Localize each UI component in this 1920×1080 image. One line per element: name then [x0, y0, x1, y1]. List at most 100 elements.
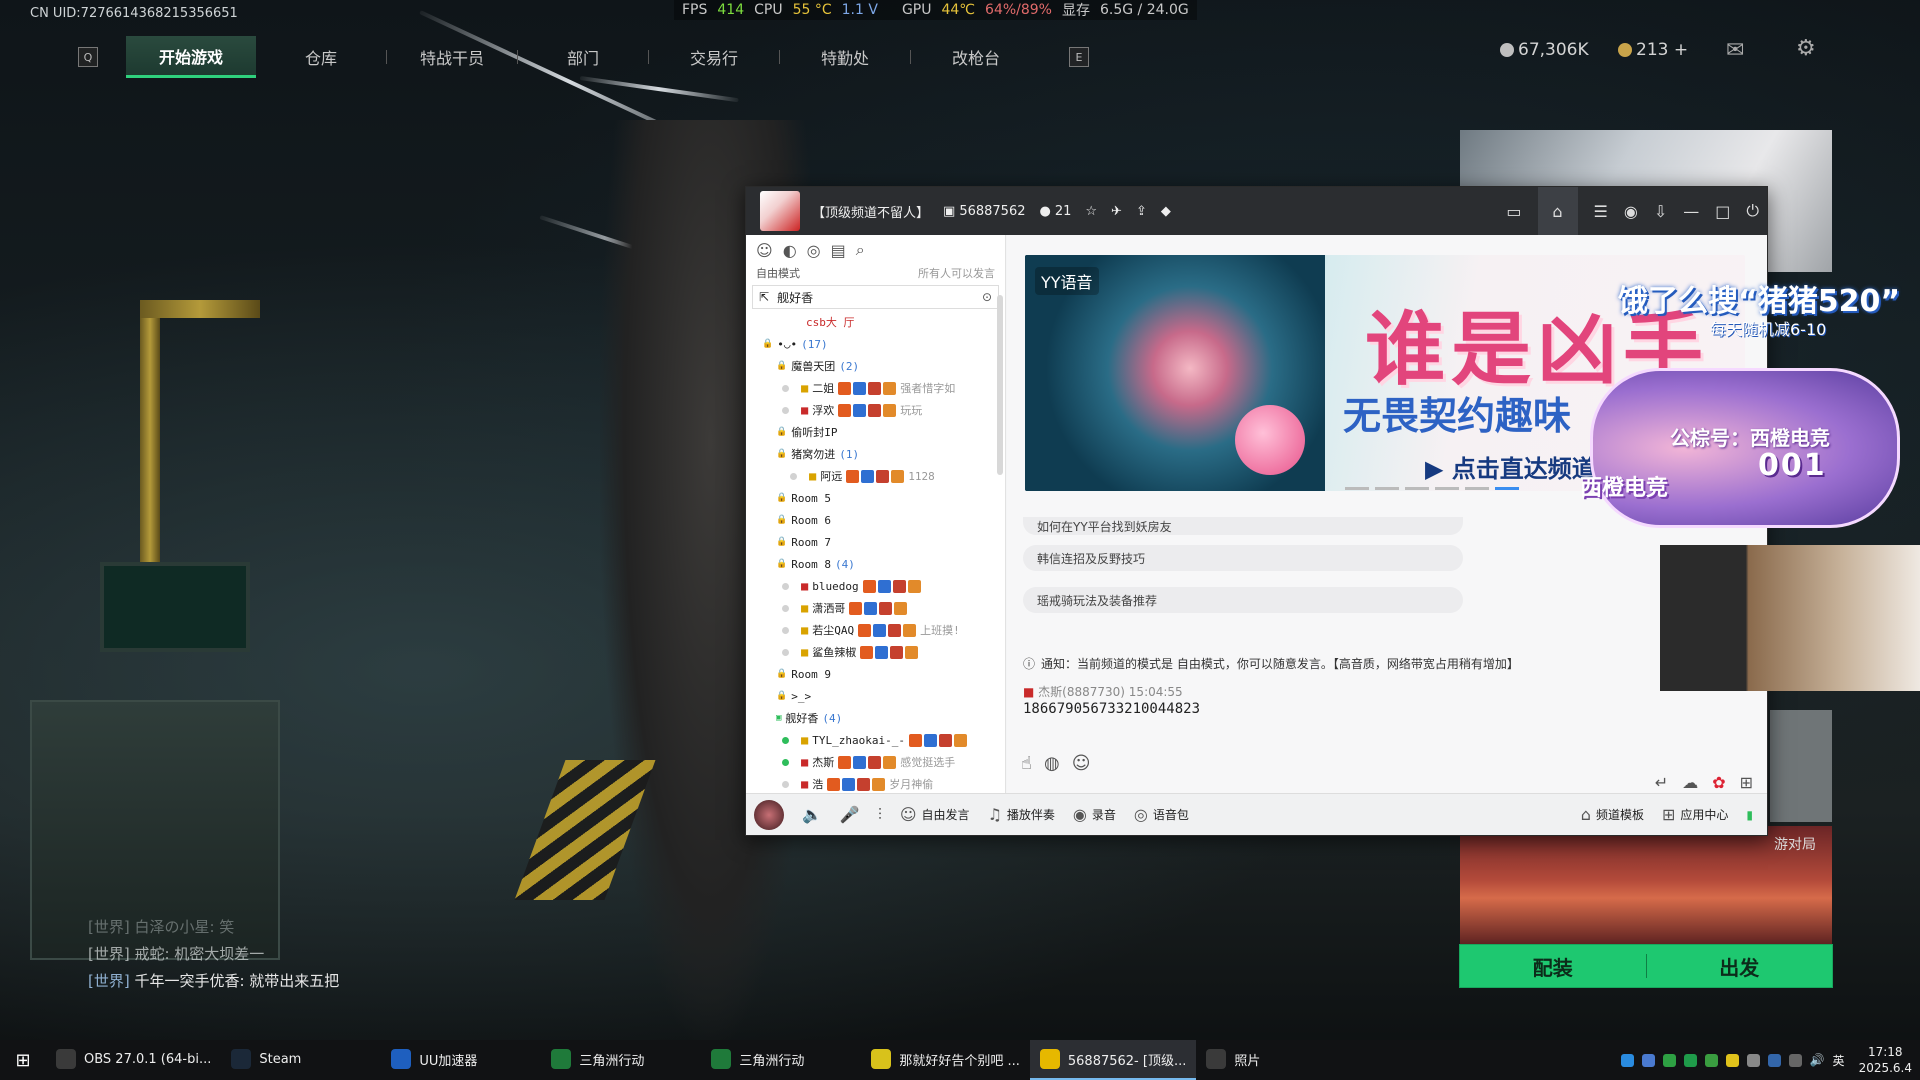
tray-app-icon[interactable] [1725, 1053, 1739, 1067]
banner-cta[interactable]: ▶ 点击直达频道 [1425, 449, 1596, 484]
currency-hafcoin[interactable]: 67,306K [1500, 40, 1589, 60]
home-icon[interactable]: ⌂ [1537, 187, 1578, 235]
list-icon[interactable]: ☰ [1594, 202, 1608, 221]
tray-app-icon[interactable] [1620, 1053, 1634, 1067]
pointer-icon[interactable]: ☝ [1021, 753, 1032, 774]
video-icon[interactable]: ▭ [1506, 202, 1521, 221]
nav-key-right[interactable]: E [1069, 47, 1089, 67]
channel-logout-icon[interactable]: ⇱ [759, 290, 769, 304]
mixer-icon[interactable]: ⫶ [878, 805, 882, 825]
suggested-question[interactable]: 如何在YY平台找到妖房友 [1023, 517, 1463, 535]
nav-key-left[interactable]: Q [78, 47, 98, 67]
tree-user-row[interactable]: ■ 鲨鱼辣椒 [746, 641, 1005, 663]
game-controller-icon[interactable]: ◍ [1044, 753, 1060, 774]
tree-room-row[interactable]: ▣ 舰好香 (4) [746, 707, 1005, 729]
suggested-question[interactable]: 韩信连招及反野技巧 [1023, 545, 1463, 571]
location-icon[interactable]: ◎ [807, 241, 821, 260]
currency-premium[interactable]: 213 + [1618, 40, 1688, 60]
match-thumbnail[interactable]: 游对局 [1460, 826, 1832, 946]
gamepad-icon[interactable]: ◉ [1624, 202, 1638, 221]
taskbar-app[interactable]: 三角洲行动 [701, 1040, 861, 1080]
rose-gift-icon[interactable]: ✿ [1712, 773, 1725, 792]
taskbar-app[interactable]: 那就好好告个别吧 ... [861, 1040, 1030, 1080]
tree-room-row[interactable]: csb大 厅 [746, 311, 1005, 333]
pager-dot[interactable] [1465, 487, 1489, 490]
enter-icon[interactable]: ↵ [1655, 773, 1668, 792]
taskbar-app[interactable]: 56887562- [顶级... [1029, 1040, 1197, 1080]
tree-scrollbar[interactable] [997, 295, 1003, 475]
pager-dot[interactable] [1405, 487, 1429, 490]
tree-user-row[interactable]: ■ 若尘QAQ 上班摸! [746, 619, 1005, 641]
tree-room-row[interactable]: 🔒 偷听封IP [746, 421, 1005, 443]
taskbar-app[interactable]: 照片 [1196, 1040, 1356, 1080]
channel-avatar[interactable] [760, 191, 800, 231]
ime-indicator[interactable]: 英 [1833, 1052, 1845, 1069]
shield-icon[interactable]: ◆ [1161, 204, 1171, 219]
loadout-button[interactable]: 配装 [1460, 952, 1646, 981]
tree-room-row[interactable]: 🔒 Room 6 [746, 509, 1005, 531]
tab-gunsmith[interactable]: 改枪台 [911, 36, 1041, 78]
tree-user-row[interactable]: ■ 杰斯 感觉挺选手 [746, 751, 1005, 773]
mail-icon[interactable]: ✉ [1726, 38, 1744, 63]
tree-user-row[interactable]: ■ TYL_zhaokai-_- [746, 729, 1005, 751]
windows-start-icon[interactable]: ⊞ [0, 1040, 46, 1080]
download-icon[interactable]: ⇩ [1654, 202, 1667, 221]
tray-app-icon[interactable] [1746, 1053, 1760, 1067]
play-music-button[interactable]: ♫ 播放伴奏 [988, 805, 1055, 824]
speaker-icon[interactable]: 🔈 [802, 805, 822, 824]
tree-room-row[interactable]: 🔒 >_> [746, 685, 1005, 707]
app-center-button[interactable]: ⊞ 应用中心 [1662, 805, 1728, 824]
network-icon[interactable] [1788, 1053, 1802, 1067]
tab-operators[interactable]: 特战干员 [387, 36, 517, 78]
channel-template-button[interactable]: ⌂ 频道模板 [1581, 805, 1644, 824]
tray-app-icon[interactable] [1704, 1053, 1718, 1067]
pin-icon[interactable]: ⊙ [982, 290, 992, 304]
tab-start-game[interactable]: 开始游戏 [126, 36, 256, 78]
tray-app-icon[interactable] [1767, 1053, 1781, 1067]
tab-special-ops[interactable]: 特勤处 [780, 36, 910, 78]
emoji-icon[interactable]: ☺ [1072, 753, 1091, 774]
system-clock[interactable]: 17:18 2025.6.4 [1859, 1044, 1912, 1076]
tree-user-row[interactable]: ■ 二姐 强者惜字如 [746, 377, 1005, 399]
minimize-icon[interactable]: — [1683, 202, 1699, 221]
depart-button[interactable]: 出发 [1647, 952, 1833, 981]
free-speak-button[interactable]: ☺ 自由发言 [900, 805, 970, 824]
pager-dot[interactable] [1435, 487, 1459, 490]
tree-room-row[interactable]: 🔒 Room 9 [746, 663, 1005, 685]
tree-room-row[interactable]: 🔒 Room 8 (4) [746, 553, 1005, 575]
headset-icon[interactable]: ◐ [783, 241, 797, 260]
member-icon[interactable]: ☺ [756, 241, 773, 260]
power-icon[interactable]: ⏻ [1746, 201, 1759, 221]
taskbar-app[interactable]: 三角洲行动 [541, 1040, 701, 1080]
tree-user-row[interactable]: ■ 浩 岁月神偷 [746, 773, 1005, 795]
tree-room-row[interactable]: 🔒 Room 5 [746, 487, 1005, 509]
tree-user-row[interactable]: ■ 阿远 1128 [746, 465, 1005, 487]
my-avatar[interactable] [754, 799, 784, 830]
chat-bubble-icon[interactable]: ☁ [1682, 773, 1698, 792]
tree-user-row[interactable]: ■ 浮欢 玩玩 [746, 399, 1005, 421]
tray-app-icon[interactable] [1641, 1053, 1655, 1067]
maximize-icon[interactable]: □ [1715, 202, 1730, 221]
tree-user-row[interactable]: ■ bluedog [746, 575, 1005, 597]
tab-warehouse[interactable]: 仓库 [256, 36, 386, 78]
pager-dot[interactable] [1345, 487, 1369, 490]
tree-room-row[interactable]: 🔒 •◡• (17) [746, 333, 1005, 355]
microphone-icon[interactable]: 🎤 [840, 805, 860, 824]
suggested-question[interactable]: 瑶戒骑玩法及装备推荐 [1023, 587, 1463, 613]
voice-pack-button[interactable]: ◎ 语音包 [1134, 805, 1189, 824]
tab-department[interactable]: 部门 [518, 36, 648, 78]
share-icon[interactable]: ⇪ [1136, 204, 1147, 219]
taskbar-app[interactable]: OBS 27.0.1 (64-bi... [46, 1040, 221, 1080]
pager-dot-active[interactable] [1495, 487, 1519, 490]
tray-app-icon[interactable] [1683, 1053, 1697, 1067]
board-icon[interactable]: ▤ [831, 241, 846, 260]
tree-user-row[interactable]: ■ 潇洒哥 [746, 597, 1005, 619]
tray-app-icon[interactable] [1662, 1053, 1676, 1067]
volume-icon[interactable]: 🔊 [1810, 1053, 1825, 1067]
favorite-star-icon[interactable]: ☆ [1085, 204, 1097, 219]
tree-room-row[interactable]: 🔒 魔兽天团 (2) [746, 355, 1005, 377]
record-button[interactable]: ◉ 录音 [1073, 805, 1116, 824]
tree-room-row[interactable]: 🔒 猪窝勿进 (1) [746, 443, 1005, 465]
plane-icon[interactable]: ✈ [1111, 204, 1122, 219]
pager-dot[interactable] [1375, 487, 1399, 490]
